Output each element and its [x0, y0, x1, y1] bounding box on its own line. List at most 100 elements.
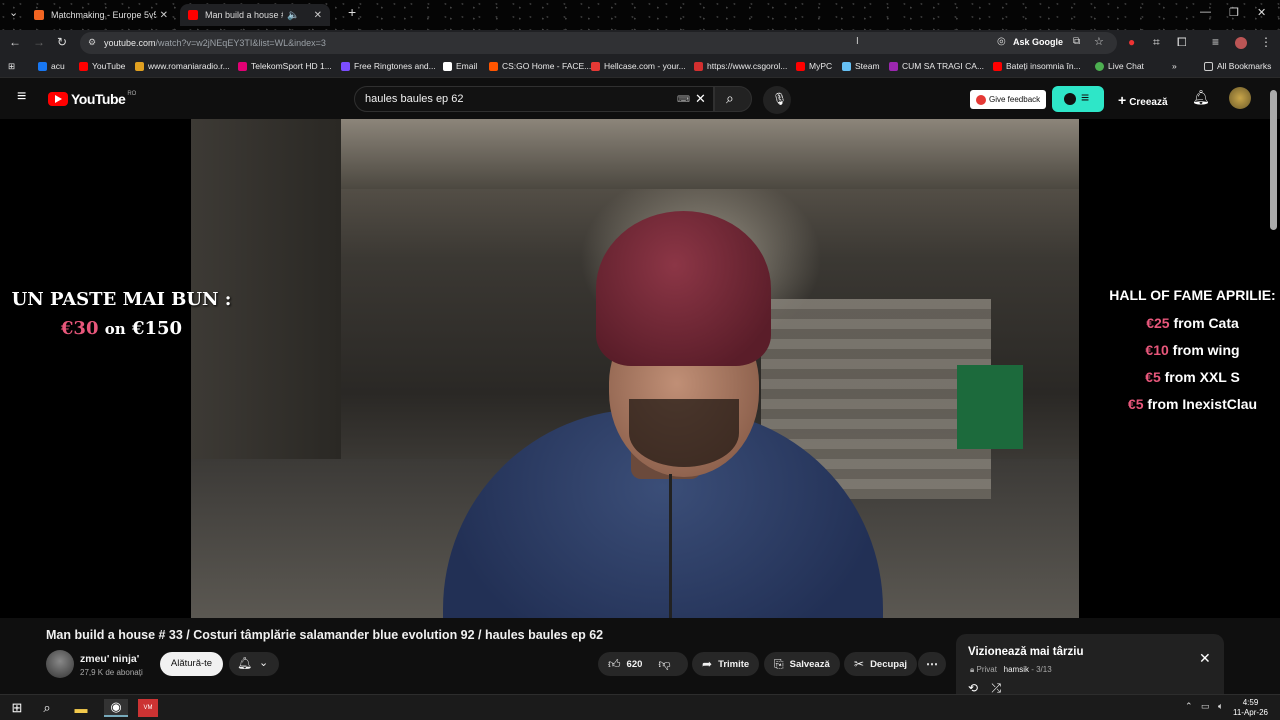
twitch-icon — [889, 61, 898, 71]
shuffle-icon[interactable]: ⤮ — [991, 681, 1001, 695]
bookmark-acu[interactable]: acu — [38, 61, 65, 71]
bookmark-hellcase[interactable]: Hellcase.com - your... — [591, 61, 686, 71]
all-bookmarks-folder[interactable]: All Bookmarks — [1204, 61, 1271, 71]
clip-button[interactable]: ✂ Decupaj — [844, 652, 918, 676]
lens-icon[interactable]: ◎ — [997, 36, 1006, 47]
bell-icon: 🔔︎ — [237, 656, 253, 670]
bookmark-telekomsport[interactable]: TelekomSport HD 1... — [238, 61, 332, 71]
voicemeeter-icon[interactable]: VM — [138, 699, 158, 717]
close-window-icon[interactable]: ✕ — [1257, 6, 1266, 19]
extension-red-icon[interactable]: ● — [1128, 35, 1135, 49]
like-count[interactable]: 620 — [627, 659, 643, 670]
bookmark-live-chat[interactable]: Live Chat — [1095, 61, 1144, 71]
windows-start-icon[interactable]: ⊞ — [8, 699, 26, 717]
apps-grid-icon[interactable]: ⊞ — [8, 61, 15, 72]
search-button[interactable]: ⌕ — [714, 86, 752, 112]
channel-avatar[interactable] — [46, 650, 74, 678]
back-icon[interactable]: ← — [9, 35, 21, 49]
chrome-taskbar-icon[interactable]: ◉ — [104, 699, 128, 717]
hall-of-fame-entry: €10 from wing — [1105, 342, 1280, 358]
reading-list-icon[interactable]: ≡ — [1212, 35, 1219, 49]
donation-goal-progress: €30 on €150 — [0, 318, 243, 339]
dislike-icon[interactable]: 👎︎ — [658, 657, 670, 672]
keyboard-icon[interactable]: ⌨ — [677, 94, 690, 105]
voice-search-button[interactable]: 🎙 — [763, 86, 791, 114]
clear-search-icon[interactable]: ✕ — [695, 91, 706, 107]
hall-of-fame-entry: €5 from XXL S — [1105, 369, 1280, 385]
playlist-title[interactable]: Vizionează mai târziu — [968, 646, 1083, 658]
channel-name[interactable]: zmeu' ninja' — [80, 653, 139, 665]
video-player[interactable]: UN PASTE MAI BUN : €30 on €150 HALL OF F… — [0, 119, 1280, 618]
page-scrollbar[interactable] — [1270, 90, 1277, 230]
youtube-favicon-icon — [188, 10, 198, 20]
more-bookmarks-icon[interactable]: » — [1172, 61, 1177, 71]
loop-icon[interactable]: ⟲ — [968, 681, 978, 695]
taskbar-search-icon[interactable]: ⌕ — [38, 699, 56, 717]
bookmark-label: Live Chat — [1108, 61, 1144, 71]
mute-tab-icon[interactable]: 🔈 — [287, 10, 299, 21]
file-explorer-icon[interactable]: ▬ — [72, 699, 90, 717]
faceit-icon — [489, 61, 498, 71]
search-box[interactable]: ⌨ ✕ — [354, 86, 714, 112]
like-dislike-group: 👍︎ 620 👎︎ — [598, 652, 688, 676]
youtube-icon — [993, 61, 1002, 71]
extensions-puzzle-icon[interactable]: ⧠ — [1177, 35, 1187, 50]
menu-kebab-icon[interactable]: ⋮ — [1260, 35, 1272, 49]
telekom-icon — [238, 61, 247, 71]
url-text[interactable]: youtube.com/watch?v=w2jNEqEY3TI&list=WL&… — [104, 38, 326, 48]
bookmark-insomnia[interactable]: Bateți insomnia în... — [993, 61, 1081, 71]
like-icon[interactable]: 👍︎ — [608, 657, 621, 672]
minimize-icon[interactable]: — — [1200, 6, 1211, 18]
bookmark-label: acu — [51, 61, 65, 71]
notifications-bell-icon[interactable]: 🔔︎ — [1192, 89, 1210, 106]
create-button[interactable]: + Creează — [1118, 92, 1168, 108]
join-button[interactable]: Alătură-te — [160, 652, 223, 676]
bookmark-cum-sa-tragi[interactable]: CUM SA TRAGI CA... — [889, 61, 984, 71]
bookmark-email[interactable]: Email — [443, 61, 477, 71]
close-tab-icon[interactable]: ✕ — [314, 10, 322, 21]
bookmark-faceit[interactable]: CS:GO Home - FACE... — [489, 61, 591, 71]
account-avatar[interactable] — [1229, 87, 1251, 109]
save-button[interactable]: ⎘ Salvează — [764, 652, 840, 676]
extension-menu-button[interactable]: ≡ — [1052, 86, 1104, 112]
bookmark-icon: ⎘ — [774, 656, 784, 671]
youtube-masthead: ≡ YouTube RO ⌨ ✕ ⌕ 🎙 Give feedback ≡ +Cr… — [0, 79, 1280, 119]
hall-of-fame-entry: €5 from InexistClau — [1105, 396, 1280, 412]
playlist-owner[interactable]: hamsik — [1004, 665, 1029, 674]
tab-search-icon[interactable]: ⌄ — [9, 6, 18, 19]
bookmark-label: Free Ringtones and... — [354, 61, 436, 71]
taskbar-clock[interactable]: 4:59 11-Apr-26 — [1233, 698, 1268, 718]
tab-matchmaking[interactable]: Matchmaking - Europe 5v5 Qu ✕ — [26, 4, 176, 26]
bookmark-romaniaradio[interactable]: www.romaniaradio.r... — [135, 61, 230, 71]
bookmark-mypc[interactable]: MyPC — [796, 61, 832, 71]
bookmark-ringtones[interactable]: Free Ringtones and... — [341, 61, 436, 71]
bookmark-csgoroll[interactable]: https://www.csgorol... — [694, 61, 787, 71]
youtube-play-logo-icon — [48, 92, 68, 106]
system-tray-icons[interactable]: ⌃ ▭ 🔈︎ — [1185, 701, 1226, 712]
give-feedback-button[interactable]: Give feedback — [970, 90, 1046, 109]
subscription-bell-button[interactable]: 🔔︎ ⌄ — [229, 652, 279, 676]
maximize-icon[interactable]: ❐ — [1229, 6, 1239, 19]
tab-youtube-video[interactable]: Man build a house # 33 / C 🔈 ✕ — [180, 4, 330, 26]
ringtone-icon — [341, 61, 350, 71]
install-app-icon[interactable]: ⧉ — [1073, 36, 1080, 47]
bookmark-star-icon[interactable]: ☆ — [1094, 35, 1104, 48]
youtube-logo[interactable]: YouTube RO — [48, 91, 136, 107]
close-playlist-icon[interactable]: ✕ — [1199, 650, 1211, 667]
address-bar[interactable]: ⚙ youtube.com/watch?v=w2jNEqEY3TI&list=W… — [80, 32, 1117, 54]
close-tab-icon[interactable]: ✕ — [160, 10, 168, 21]
bookmark-youtube[interactable]: YouTube — [79, 61, 125, 71]
search-input[interactable] — [365, 93, 665, 105]
reload-icon[interactable]: ↻ — [57, 35, 67, 49]
site-info-icon[interactable]: ⚙ — [88, 37, 96, 48]
extension-icon[interactable]: ⌗ — [1153, 35, 1160, 50]
ask-google-button[interactable]: Ask Google — [1013, 37, 1063, 47]
bookmark-steam[interactable]: Steam — [842, 61, 880, 71]
hamburger-menu-icon[interactable]: ≡ — [17, 88, 26, 106]
new-tab-icon[interactable]: + — [348, 4, 356, 20]
forward-icon[interactable]: → — [33, 35, 45, 49]
person-beard — [629, 399, 739, 467]
more-actions-button[interactable]: ⋯ — [918, 652, 946, 676]
profile-avatar-icon[interactable] — [1235, 37, 1247, 49]
share-button[interactable]: ➦ Trimite — [692, 652, 760, 676]
